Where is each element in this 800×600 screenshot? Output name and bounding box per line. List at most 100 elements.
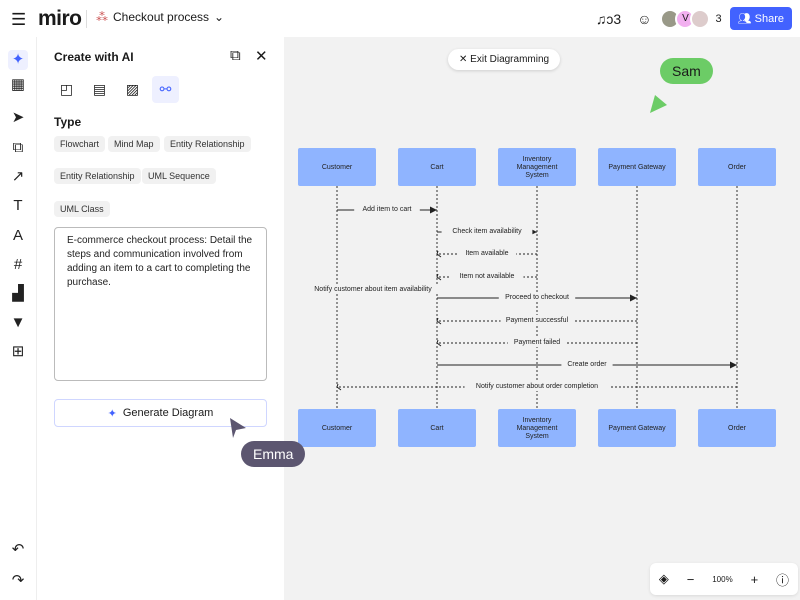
exit-diagramming-button[interactable]: ✕ Exit Diagramming — [448, 49, 561, 70]
chat-icon[interactable]: ☺ — [637, 11, 651, 27]
message-label: Create order — [567, 361, 607, 368]
collaborator-count[interactable]: 3 — [715, 13, 721, 25]
message-arrowhead — [630, 294, 637, 302]
message-label-bg — [354, 204, 420, 214]
participant-box — [698, 148, 776, 186]
left-toolbar: ✦ ▦ ➤ ⧉ ↗ T A # ▟ ▼ ⊞ ↶ ↷ — [0, 37, 37, 600]
message-arrowhead — [430, 206, 437, 214]
chart-icon[interactable]: ▟ — [8, 284, 28, 304]
board-title: Checkout process — [113, 10, 210, 24]
undo-icon[interactable]: ↶ — [8, 540, 28, 560]
participant-box — [498, 148, 576, 186]
participant-label: System — [525, 172, 549, 179]
image-icon[interactable]: ▨ — [119, 76, 146, 103]
redo-icon[interactable]: ↷ — [8, 571, 28, 591]
divider — [86, 10, 87, 28]
participant-box — [298, 148, 376, 186]
type-chip[interactable]: Entity Relationship — [54, 168, 141, 184]
message-label-bg — [450, 271, 524, 281]
prompt-textarea[interactable]: E-commerce checkout process: Detail the … — [54, 227, 267, 381]
reactions-icon[interactable]: ♫ↄ3 — [596, 11, 621, 27]
new-window-icon[interactable]: ⧉ — [230, 47, 241, 64]
close-icon: ✕ — [459, 54, 471, 65]
message-arrowhead — [336, 383, 342, 391]
message-label: Add item to cart — [362, 206, 411, 213]
board-title-button[interactable]: ⁂ Checkout process ⌄ — [96, 10, 224, 24]
avatar[interactable] — [690, 8, 711, 29]
participant-label: System — [525, 433, 549, 440]
message-label-bg — [298, 284, 448, 294]
type-label: Type — [54, 115, 82, 129]
message-label: Proceed to checkout — [505, 294, 569, 301]
message-arrowhead — [436, 250, 442, 258]
participant-label: Cart — [430, 425, 443, 432]
chevron-down-icon: ⌄ — [214, 10, 225, 24]
text-icon[interactable]: T — [8, 196, 28, 216]
type-chip[interactable]: UML Class — [54, 201, 110, 217]
board-icon: ⁂ — [96, 10, 108, 24]
menu-icon[interactable]: ☰ — [11, 10, 26, 30]
panel-title: Create with AI — [54, 50, 134, 64]
message-arrowhead — [436, 339, 442, 347]
message-label: Check item availability — [452, 228, 522, 235]
help-icon[interactable]: ⓘ — [776, 570, 789, 589]
add-icon[interactable]: ⊞ — [8, 342, 28, 362]
participant-label: Payment Gateway — [608, 425, 666, 432]
message-label-bg — [500, 315, 574, 325]
message-label-bg — [507, 337, 567, 347]
layers-icon[interactable]: ◈ — [659, 571, 669, 587]
diagram-icon[interactable]: ⚯ — [152, 76, 179, 103]
message-label: Payment failed — [514, 339, 560, 346]
participant-box — [498, 409, 576, 447]
participant-box — [398, 409, 476, 447]
upvote-icon[interactable]: ▼ — [8, 313, 28, 333]
message-label: Notify customer about order completion — [476, 383, 598, 390]
message-label-bg — [561, 359, 613, 369]
participant-label: Inventory — [523, 156, 552, 163]
message-label: Item available — [465, 250, 508, 257]
pen-icon[interactable]: A — [8, 226, 28, 246]
miro-logo[interactable]: miro — [38, 7, 82, 31]
type-chip[interactable]: Entity Relationship — [164, 136, 251, 152]
type-chip[interactable]: Flowchart — [54, 136, 106, 152]
top-bar: ☰ miro ⁂ Checkout process ⌄ ♫ↄ3 ☺ V 3 👥︎… — [0, 0, 800, 37]
select-icon[interactable]: ➤ — [8, 108, 28, 128]
share-button[interactable]: 👥︎ Share — [729, 7, 792, 30]
shapes-icon[interactable]: ⧉ — [8, 138, 28, 158]
participant-box — [698, 409, 776, 447]
message-label-bg — [457, 248, 517, 258]
participant-label: Order — [728, 425, 747, 432]
message-arrowhead — [730, 361, 737, 369]
participant-box — [398, 148, 476, 186]
zoom-controls: ◈ − 100% + ⓘ — [650, 563, 798, 595]
participant-label: Cart — [430, 164, 443, 171]
sticky-note-icon[interactable]: ◰ — [53, 76, 80, 103]
message-arrowhead — [530, 228, 537, 236]
users-icon: 👥︎ — [737, 13, 755, 25]
participant-box — [598, 409, 676, 447]
message-label-bg — [464, 381, 610, 391]
document-icon[interactable]: ▤ — [86, 76, 113, 103]
type-chip[interactable]: Mind Map — [108, 136, 160, 152]
arrow-icon[interactable]: ↗ — [8, 167, 28, 187]
zoom-in-button[interactable]: + — [751, 572, 759, 587]
ai-panel: Create with AI ⧉ ✕ ◰ ▤ ▨ ⚯ Type Flowchar… — [37, 37, 284, 600]
sam-cursor-label: Sam — [660, 58, 713, 84]
frame-icon[interactable]: # — [8, 255, 28, 275]
message-arrowhead — [436, 317, 442, 325]
message-label: Payment successful — [506, 317, 569, 324]
templates-icon[interactable]: ▦ — [8, 75, 28, 95]
participant-label: Management — [517, 425, 558, 432]
zoom-level[interactable]: 100% — [712, 575, 732, 584]
sparkle-icon: ✦ — [107, 407, 117, 420]
type-chip[interactable]: UML Sequence — [142, 168, 216, 184]
close-icon[interactable]: ✕ — [255, 47, 268, 65]
participant-label: Customer — [322, 164, 353, 171]
zoom-out-button[interactable]: − — [687, 572, 695, 587]
participant-label: Payment Gateway — [608, 164, 666, 171]
emma-cursor-icon — [230, 418, 246, 438]
ai-sparkle-icon[interactable]: ✦ — [8, 50, 28, 70]
participant-box — [298, 409, 376, 447]
participant-box — [598, 148, 676, 186]
participant-label: Order — [728, 164, 747, 171]
